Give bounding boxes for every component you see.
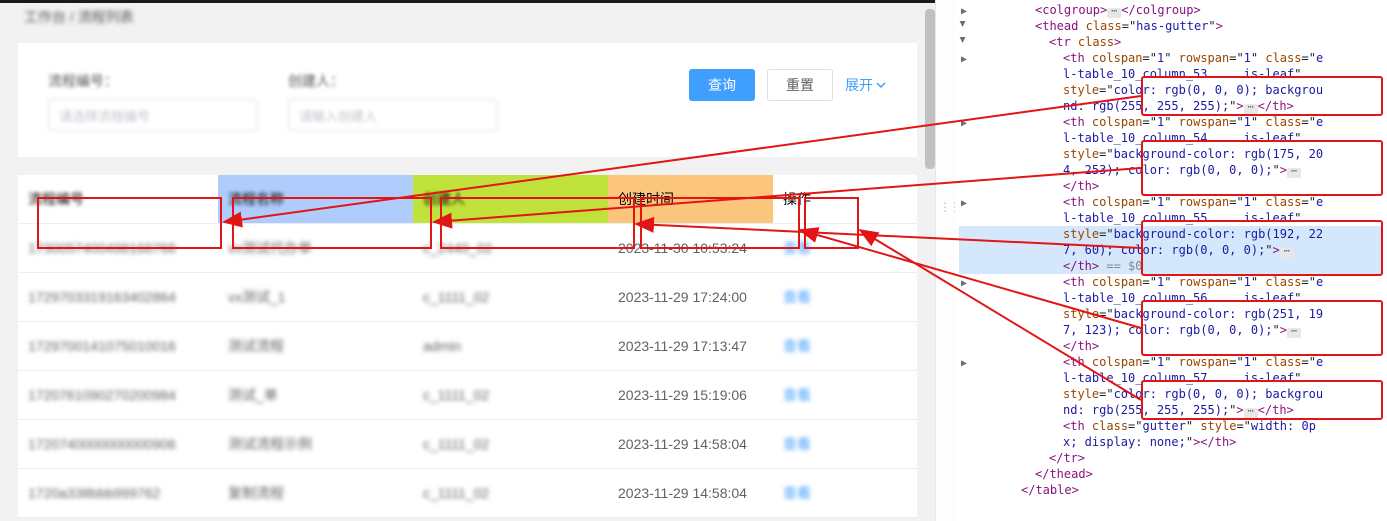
devtools-source-line[interactable]: 4, 253); color: rgb(0, 0, 0);">⋯ [959, 162, 1383, 178]
expand-link[interactable]: 展开 [845, 75, 887, 95]
devtools-source-line[interactable]: ▶<th colspan="1" rowspan="1" class="e [959, 274, 1383, 290]
table-panel: 流程编号 流程名称 创建人 创建时间 操作 173005740049816876… [18, 175, 917, 518]
scrollbar-thumb[interactable] [925, 9, 935, 169]
cell-creator: c_2440_02 [413, 224, 608, 273]
view-link[interactable]: 查看 [783, 238, 811, 258]
devtools-source-line[interactable]: 7, 123); color: rgb(0, 0, 0);">⋯ [959, 322, 1383, 338]
devtools-source-line[interactable]: </thead> [959, 466, 1383, 482]
view-link[interactable]: 查看 [783, 287, 811, 307]
table-body: 1730057400498168768vx测试代办单c_2440_022023-… [18, 224, 917, 518]
cell-operate: 查看 [773, 420, 917, 469]
cell-process-name: 测试流程示例 [218, 420, 413, 469]
table-row: 1729700141075010016测试流程admin2023-11-29 1… [18, 322, 917, 371]
table-row: 1730057400498168768vx测试代办单c_2440_022023-… [18, 224, 917, 273]
process-no-select[interactable]: 请选择流程编号 [48, 99, 258, 131]
cell-operate: 查看 [773, 469, 917, 518]
th-operate: 操作 [773, 175, 917, 224]
cell-process-no: 1720761090270200984 [18, 371, 218, 420]
th-process-name: 流程名称 [218, 175, 413, 224]
field-label: 创建人： [288, 71, 498, 91]
cell-creator: c_1111_02 [413, 371, 608, 420]
expand-label: 展开 [845, 75, 873, 95]
cell-process-name: vx测试代办单 [218, 224, 413, 273]
devtools-source-line[interactable]: l-table_10_column_56 is-leaf" [959, 290, 1383, 306]
devtools-source-line[interactable]: style="background-color: rgb(192, 22 [959, 226, 1383, 242]
devtools-source-line[interactable]: ▶<colgroup>⋯</colgroup> [959, 2, 1383, 18]
cell-create-time: 2023-11-30 10:53:24 [608, 224, 773, 273]
cell-process-no: 1729703319163402864 [18, 273, 218, 322]
devtools-source-line[interactable]: style="background-color: rgb(175, 20 [959, 146, 1383, 162]
search-panel: 流程编号： 请选择流程编号 创建人： 请输入创建人 查询 重置 展开 [18, 43, 917, 157]
devtools-source-line[interactable]: ▶<th colspan="1" rowspan="1" class="e [959, 194, 1383, 210]
table-row: 1720a338bbb999762复制流程c_1111_022023-11-29… [18, 469, 917, 518]
cell-process-no: 1720a338bbb999762 [18, 469, 218, 518]
data-table: 流程编号 流程名称 创建人 创建时间 操作 173005740049816876… [18, 175, 917, 518]
cell-process-no: 1720740000000000906 [18, 420, 218, 469]
devtools-source-line[interactable]: </th> [959, 178, 1383, 194]
devtools-source-line[interactable]: 7, 60); color: rgb(0, 0, 0);">⋯ [959, 242, 1383, 258]
th-process-no: 流程编号 [18, 175, 218, 224]
table-row: 1729703319163402864vx测试_1c_1111_022023-1… [18, 273, 917, 322]
cell-process-name: vx测试_1 [218, 273, 413, 322]
view-link[interactable]: 查看 [783, 483, 811, 503]
devtools-source-line[interactable]: nd: rgb(255, 255, 255);">⋯</th> [959, 98, 1383, 114]
splitter-gutter[interactable]: ⋮⋮ [935, 0, 955, 521]
cell-creator: c_1111_02 [413, 273, 608, 322]
cell-process-name: 复制流程 [218, 469, 413, 518]
devtools-source-line[interactable]: </th> [959, 338, 1383, 354]
creator-input[interactable]: 请输入创建人 [288, 99, 498, 131]
devtools-source-line[interactable]: l-table_10_column_57 is-leaf" [959, 370, 1383, 386]
query-button[interactable]: 查询 [689, 69, 755, 101]
devtools-source-line[interactable]: l-table_10_column_53 is-leaf" [959, 66, 1383, 82]
devtools-source-line[interactable]: <th class="gutter" style="width: 0p [959, 418, 1383, 434]
chevron-down-icon [875, 79, 887, 91]
devtools-source-line[interactable]: nd: rgb(255, 255, 255);">⋯</th> [959, 402, 1383, 418]
cell-process-name: 测试流程 [218, 322, 413, 371]
devtools-source-line[interactable]: ▶<th colspan="1" rowspan="1" class="e [959, 354, 1383, 370]
cell-creator: admin [413, 322, 608, 371]
breadcrumb: 工作台 / 流程列表 [0, 3, 935, 35]
field-creator: 创建人： 请输入创建人 [288, 71, 498, 131]
view-link[interactable]: 查看 [783, 434, 811, 454]
cell-operate: 查看 [773, 322, 917, 371]
devtools-source-line[interactable]: ▶<thead class="has-gutter"> [959, 18, 1383, 34]
cell-create-time: 2023-11-29 17:13:47 [608, 322, 773, 371]
view-link[interactable]: 查看 [783, 336, 811, 356]
reset-button[interactable]: 重置 [767, 69, 833, 101]
table-row: 1720761090270200984测试_单c_1111_022023-11-… [18, 371, 917, 420]
devtools-source-line[interactable]: ▶<th colspan="1" rowspan="1" class="e [959, 50, 1383, 66]
cell-create-time: 2023-11-29 15:19:06 [608, 371, 773, 420]
view-link[interactable]: 查看 [783, 385, 811, 405]
devtools-source-line[interactable]: </tr> [959, 450, 1383, 466]
cell-process-no: 1730057400498168768 [18, 224, 218, 273]
th-create-time: 创建时间 [608, 175, 773, 224]
cell-create-time: 2023-11-29 17:24:00 [608, 273, 773, 322]
devtools-source-line[interactable]: style="background-color: rgb(251, 19 [959, 306, 1383, 322]
cell-create-time: 2023-11-29 14:58:04 [608, 469, 773, 518]
devtools-source-line[interactable]: style="color: rgb(0, 0, 0); backgrou [959, 82, 1383, 98]
field-process-no: 流程编号： 请选择流程编号 [48, 71, 258, 131]
field-label: 流程编号： [48, 71, 258, 91]
cell-operate: 查看 [773, 371, 917, 420]
devtools-source-line[interactable]: </table> [959, 482, 1383, 498]
devtools-source-line[interactable]: style="color: rgb(0, 0, 0); backgrou [959, 386, 1383, 402]
devtools-elements-panel[interactable]: ▶<colgroup>⋯</colgroup>▶<thead class="ha… [955, 0, 1387, 521]
cell-operate: 查看 [773, 273, 917, 322]
devtools-source-line[interactable]: ▶<tr class> [959, 34, 1383, 50]
devtools-source-line[interactable]: ▶<th colspan="1" rowspan="1" class="e [959, 114, 1383, 130]
devtools-source-line[interactable]: l-table_10_column_55 is-leaf" [959, 210, 1383, 226]
cell-process-no: 1729700141075010016 [18, 322, 218, 371]
th-creator: 创建人 [413, 175, 608, 224]
devtools-source-line[interactable]: x; display: none;"></th> [959, 434, 1383, 450]
devtools-source-line[interactable]: l-table_10_column_54 is-leaf" [959, 130, 1383, 146]
devtools-source-line[interactable]: </th> == $0 [959, 258, 1383, 274]
cell-create-time: 2023-11-29 14:58:04 [608, 420, 773, 469]
cell-operate: 查看 [773, 224, 917, 273]
table-row: 1720740000000000906测试流程示例c_1111_022023-1… [18, 420, 917, 469]
cell-creator: c_1111_02 [413, 420, 608, 469]
cell-creator: c_1111_02 [413, 469, 608, 518]
cell-process-name: 测试_单 [218, 371, 413, 420]
table-head: 流程编号 流程名称 创建人 创建时间 操作 [18, 175, 917, 224]
app-content: 工作台 / 流程列表 流程编号： 请选择流程编号 创建人： 请输入创建人 查询 … [0, 0, 935, 521]
